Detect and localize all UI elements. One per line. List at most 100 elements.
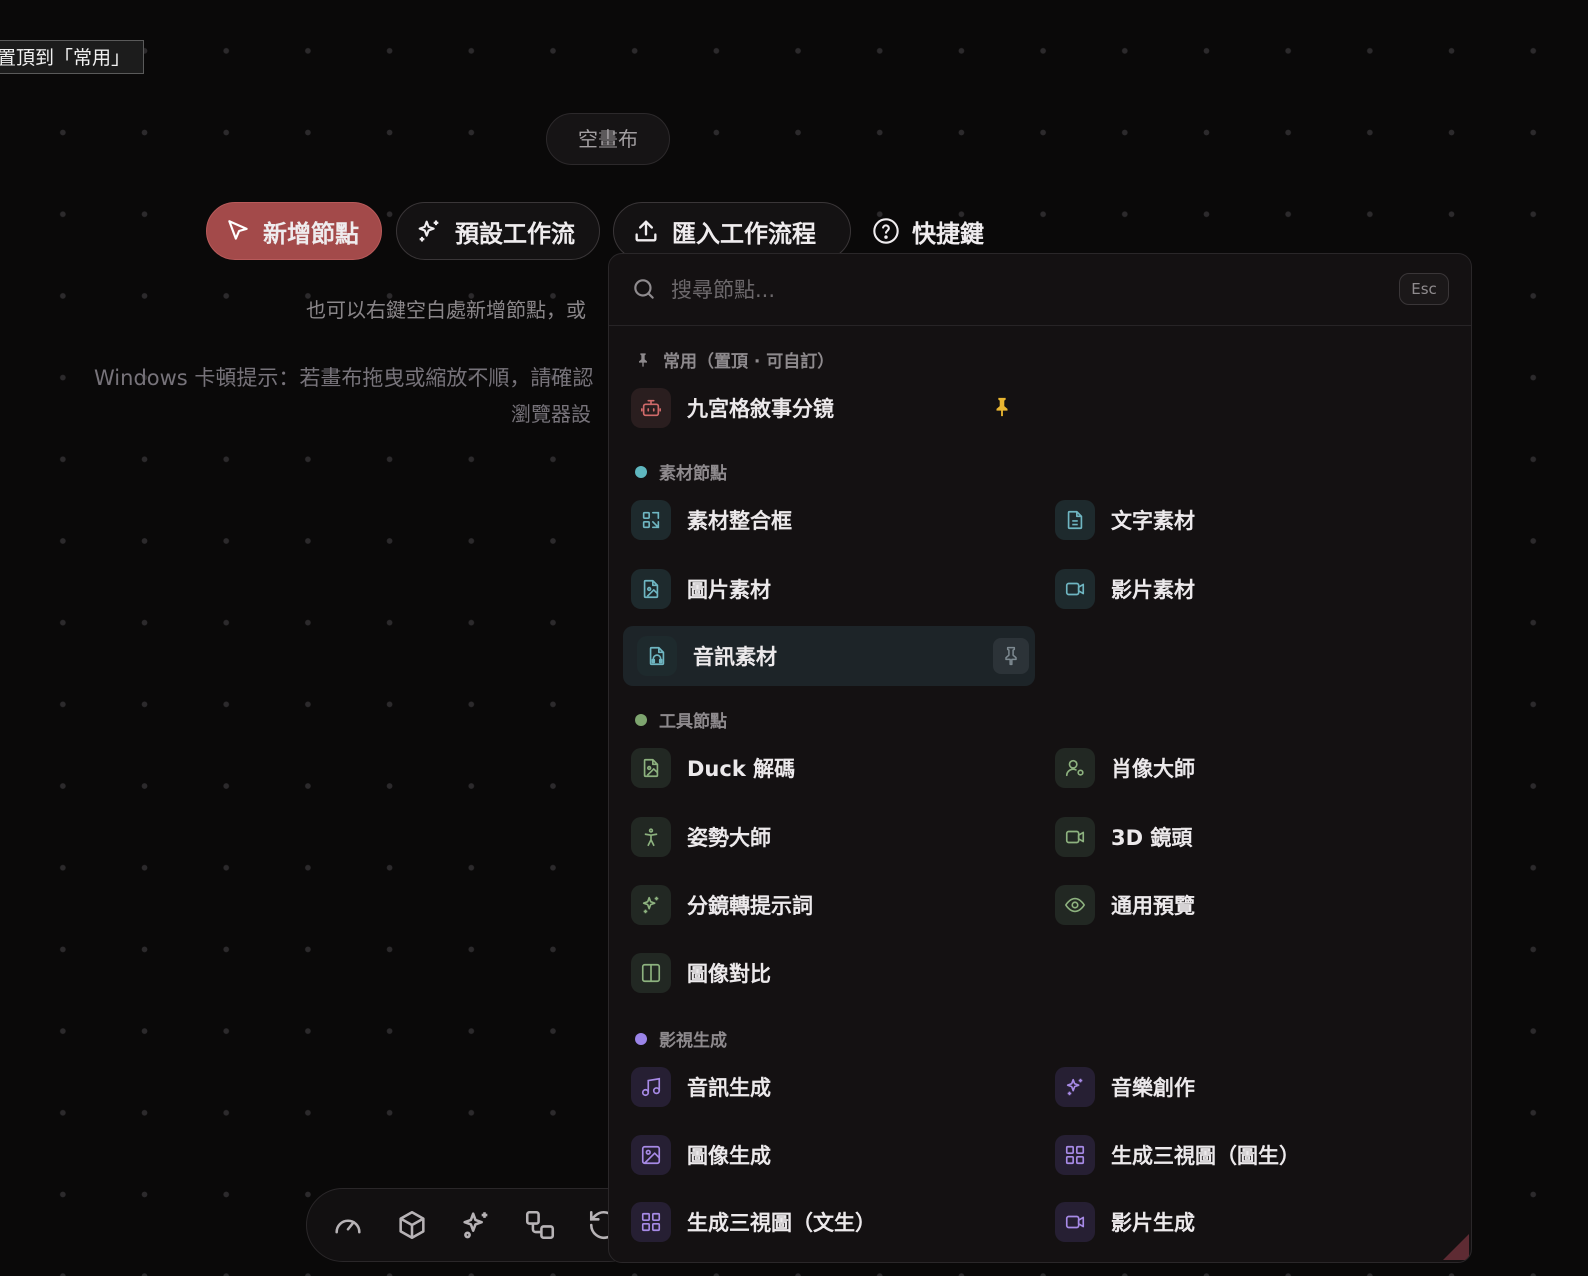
video-icon [1055, 569, 1095, 609]
node-item[interactable]: 音訊生成 [617, 1057, 1029, 1117]
node-item-label: 影片生成 [1111, 1211, 1195, 1235]
sparkles-icon [418, 220, 439, 242]
columns-icon [631, 953, 671, 993]
node-item-label: 肖像大師 [1111, 757, 1195, 781]
section-favorites: 常用（置頂 · 可自訂） [635, 347, 834, 372]
add-node-label: 新增節點 [263, 219, 359, 248]
node-item-label: 圖片素材 [687, 578, 771, 602]
add-node-button[interactable]: 新增節點 [206, 202, 382, 260]
node-item-label: Duck 解碼 [687, 757, 796, 781]
robot-icon [631, 388, 671, 428]
canvas-hint-line3: 瀏覽器設 [511, 402, 591, 426]
section-dot [635, 465, 647, 478]
user-cog-icon [1055, 748, 1095, 788]
pin-to-favorites-tooltip: 置頂到「常用」 [0, 40, 144, 74]
sparkles-icon [631, 885, 671, 925]
pin-to-favorites-button[interactable] [993, 638, 1029, 674]
video-icon [1055, 817, 1095, 857]
node-item-label: 音訊素材 [693, 645, 777, 669]
node-item-label: 素材整合框 [687, 509, 792, 533]
section-material-title: 素材節點 [659, 464, 727, 484]
node-item[interactable]: 九宮格敘事分镜 [617, 378, 1029, 438]
preset-workflow-button[interactable]: 預設工作流 [396, 202, 600, 260]
node-item[interactable]: 生成三視圖（圖生） [1041, 1125, 1453, 1185]
section-dot [635, 1032, 647, 1045]
pin-icon[interactable] [991, 396, 1013, 418]
node-item[interactable]: 分鏡轉提示詞 [617, 875, 1029, 935]
canvas-hint-line2: Windows 卡頓提示：若畫布拖曳或縮放不順，請確認 [94, 366, 594, 390]
file-text-icon [1055, 500, 1095, 540]
section-tools-title: 工具節點 [659, 712, 727, 732]
node-item-label: 文字素材 [1111, 509, 1195, 533]
resize-handle[interactable] [1443, 1234, 1469, 1260]
cube-icon[interactable] [395, 1208, 429, 1242]
image-icon [631, 1135, 671, 1175]
sparkles-icon[interactable] [459, 1208, 493, 1242]
esc-key-badge[interactable]: Esc [1399, 273, 1449, 305]
search-input[interactable] [669, 270, 1373, 310]
node-search-panel: Esc 常用（置頂 · 可自訂） 九宮格敘事分镜 素材節點 素材整合框 文字素材… [608, 253, 1472, 1263]
person-standing-icon [631, 817, 671, 857]
file-image-icon [631, 569, 671, 609]
node-item-label: 圖像生成 [687, 1144, 771, 1168]
preset-workflow-label: 預設工作流 [455, 219, 575, 248]
section-video-gen-title: 影視生成 [659, 1031, 727, 1051]
sparkles-icon [1055, 1067, 1095, 1107]
grid-icon [1055, 1135, 1095, 1175]
node-item[interactable]: 生成三視圖（文生） [617, 1192, 1029, 1252]
nodes-icon[interactable] [523, 1208, 557, 1242]
node-item[interactable]: 文字素材 [1041, 490, 1453, 550]
section-material: 素材節點 [635, 459, 727, 484]
node-item[interactable]: 肖像大師 [1041, 738, 1453, 798]
node-item-label: 通用預覽 [1111, 894, 1195, 918]
node-item[interactable]: 姿勢大師 [617, 807, 1029, 867]
node-item-label: 圖像對比 [687, 962, 771, 986]
section-tools: 工具節點 [635, 707, 727, 732]
pin-icon [639, 352, 647, 367]
node-item[interactable]: 圖像對比 [617, 943, 1029, 1003]
music-icon [631, 1067, 671, 1107]
empty-canvas-label: 空畫布 [546, 113, 670, 165]
shortcuts-button[interactable]: 快捷鍵 [872, 202, 1022, 260]
node-item-label: 九宮格敘事分镜 [687, 397, 834, 421]
node-item-label: 音訊生成 [687, 1076, 771, 1100]
eye-icon [1055, 885, 1095, 925]
node-item-label: 音樂創作 [1111, 1076, 1195, 1100]
upload-icon [635, 220, 657, 242]
bottom-toolbar [306, 1188, 646, 1262]
gauge-icon[interactable] [331, 1208, 365, 1242]
shortcuts-label: 快捷鍵 [912, 219, 984, 248]
node-item-label: 分鏡轉提示詞 [687, 894, 813, 918]
file-image-icon [631, 748, 671, 788]
search-icon [634, 279, 654, 299]
node-item[interactable]: 素材整合框 [617, 490, 1029, 550]
node-item-label: 姿勢大師 [687, 826, 771, 850]
video-icon [1055, 1202, 1095, 1242]
grid-icon [631, 1202, 671, 1242]
node-item[interactable]: 3D 鏡頭 [1041, 807, 1453, 867]
node-item[interactable]: 圖像生成 [617, 1125, 1029, 1185]
node-item[interactable]: 影片素材 [1041, 559, 1453, 619]
node-item[interactable]: 圖片素材 [617, 559, 1029, 619]
section-video-gen: 影視生成 [635, 1026, 727, 1051]
node-item-hovered[interactable]: 音訊素材 [623, 626, 1035, 686]
node-item-label: 生成三視圖（圖生） [1111, 1144, 1300, 1168]
file-audio-icon [637, 636, 677, 676]
canvas-hint-line1: 也可以右鍵空白處新增節點，或 [306, 298, 586, 322]
cursor-pointer-icon [228, 220, 248, 240]
node-item-label: 影片素材 [1111, 578, 1195, 602]
import-workflow-button[interactable]: 匯入工作流程 [613, 202, 851, 260]
section-favorites-title: 常用（置頂 · 可自訂） [663, 352, 835, 372]
node-item-label: 生成三視圖（文生） [687, 1211, 876, 1235]
node-item[interactable]: 音樂創作 [1041, 1057, 1453, 1117]
search-row: Esc [609, 254, 1471, 326]
scan-icon [631, 500, 671, 540]
help-circle-icon [873, 218, 899, 244]
node-item[interactable]: 通用預覽 [1041, 875, 1453, 935]
node-item[interactable]: Duck 解碼 [617, 738, 1029, 798]
node-item-label: 3D 鏡頭 [1111, 826, 1193, 850]
import-workflow-label: 匯入工作流程 [672, 219, 816, 248]
pin-icon [1005, 646, 1017, 666]
node-item[interactable]: 影片生成 [1041, 1192, 1453, 1252]
section-dot [635, 713, 647, 726]
